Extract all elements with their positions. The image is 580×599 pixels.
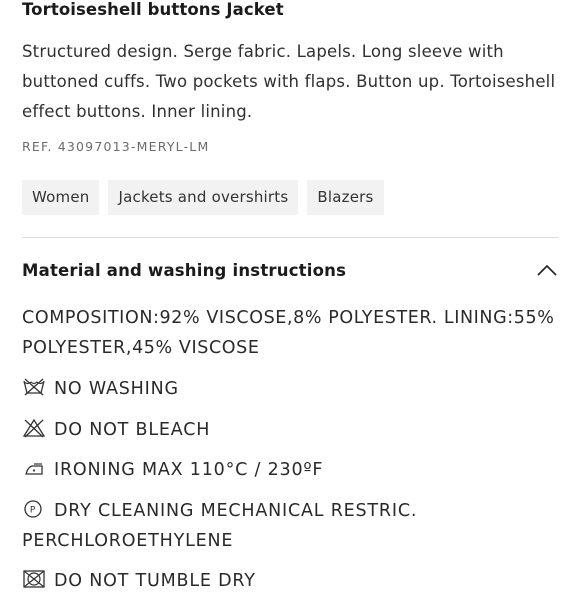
product-title: Tortoiseshell buttons Jacket bbox=[22, 0, 284, 19]
product-reference: REF. 43097013-MERYL-LM bbox=[22, 139, 210, 154]
tag-women[interactable]: Women bbox=[22, 180, 100, 215]
divider bbox=[22, 237, 559, 238]
care-label: DRY CLEANING MECHANICAL RESTRIC. PERCHLO… bbox=[22, 501, 418, 551]
svg-text:P: P bbox=[30, 506, 36, 516]
care-item-ironing: IRONING MAX 110°C / 230ºF bbox=[22, 455, 572, 485]
care-label: DO NOT TUMBLE DRY bbox=[54, 571, 256, 591]
tag-jackets-and-overshirts[interactable]: Jackets and overshirts bbox=[108, 180, 299, 215]
care-item-dry-cleaning: P DRY CLEANING MECHANICAL RESTRIC. PERCH… bbox=[22, 496, 572, 556]
no-washing-icon bbox=[22, 377, 46, 397]
material-section-toggle[interactable]: Material and washing instructions bbox=[22, 257, 559, 285]
ironing-icon bbox=[22, 458, 46, 478]
chevron-up-icon[interactable] bbox=[537, 263, 557, 277]
do-not-tumble-dry-icon bbox=[22, 569, 46, 589]
category-tags: Women Jackets and overshirts Blazers bbox=[22, 180, 384, 215]
composition-text: COMPOSITION:92% VISCOSE,8% POLYESTER. LI… bbox=[22, 308, 555, 358]
care-item-do-not-tumble-dry: DO NOT TUMBLE DRY bbox=[22, 566, 572, 596]
care-label: IRONING MAX 110°C / 230ºF bbox=[54, 460, 324, 480]
dry-cleaning-icon: P bbox=[22, 499, 46, 519]
material-section-title: Material and washing instructions bbox=[22, 261, 347, 280]
do-not-bleach-icon bbox=[22, 418, 46, 438]
care-item-do-not-bleach: DO NOT BLEACH bbox=[22, 415, 572, 445]
care-item-no-washing: NO WASHING bbox=[22, 374, 572, 404]
care-label: DO NOT BLEACH bbox=[54, 420, 211, 440]
care-label: NO WASHING bbox=[54, 379, 179, 399]
tag-blazers[interactable]: Blazers bbox=[307, 180, 384, 215]
product-description: Structured design. Serge fabric. Lapels.… bbox=[22, 42, 556, 121]
